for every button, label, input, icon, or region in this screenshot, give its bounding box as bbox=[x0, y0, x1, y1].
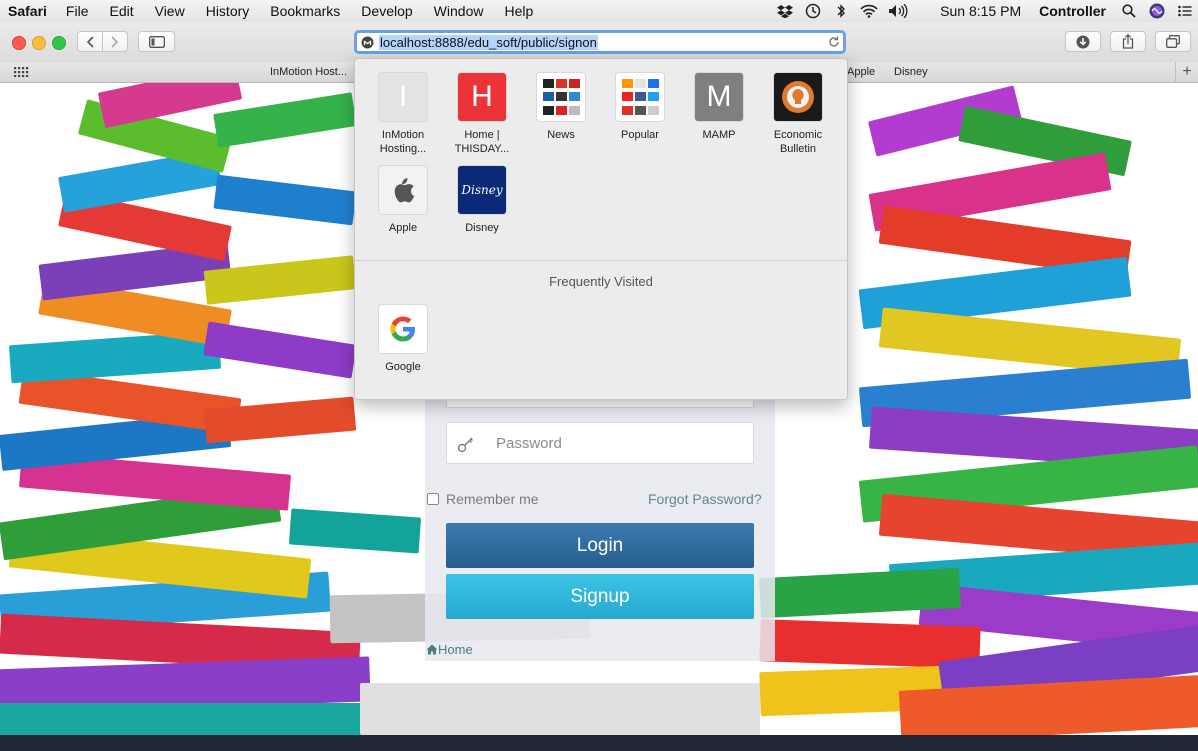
menu-view[interactable]: View bbox=[155, 3, 185, 19]
bookmark-apple[interactable]: Apple bbox=[847, 66, 875, 78]
favorite-label: InMotion Hosting... bbox=[379, 129, 427, 155]
wifi-icon[interactable] bbox=[860, 4, 878, 18]
popover-divider bbox=[355, 260, 847, 261]
reload-icon[interactable] bbox=[828, 36, 840, 48]
frequent-google[interactable]: Google bbox=[364, 305, 442, 374]
browser-toolbar: localhost:8888/edu_soft/public/signon bbox=[0, 22, 1198, 62]
password-placeholder: Password bbox=[496, 435, 562, 452]
signup-button[interactable]: Signup bbox=[446, 574, 754, 619]
letter-tile-icon: M bbox=[695, 73, 743, 121]
favorite-label: Popular bbox=[621, 129, 659, 141]
address-bar[interactable]: localhost:8888/edu_soft/public/signon bbox=[354, 30, 846, 54]
password-field[interactable]: Password bbox=[446, 422, 754, 464]
home-icon bbox=[426, 644, 438, 655]
letter-tile-icon: I bbox=[379, 73, 427, 121]
top-sites-grid-icon[interactable] bbox=[14, 67, 29, 77]
remember-me-label: Remember me bbox=[446, 491, 539, 507]
chevron-right-icon bbox=[111, 35, 119, 48]
menu-app-name[interactable]: Safari bbox=[8, 3, 47, 19]
minimize-window-button[interactable] bbox=[32, 36, 46, 50]
menubar-clock[interactable]: Sun 8:15 PM bbox=[940, 3, 1021, 19]
sidebar-icon bbox=[148, 35, 165, 48]
favorite-label: MAMP bbox=[702, 129, 736, 141]
close-window-button[interactable] bbox=[12, 36, 26, 50]
new-tab-button[interactable]: + bbox=[1175, 62, 1198, 82]
favorites-popover: I InMotion Hosting... H Home | THISDAY..… bbox=[354, 58, 848, 400]
apple-logo-icon bbox=[379, 166, 427, 214]
volume-icon[interactable] bbox=[888, 4, 910, 18]
favorite-label: News bbox=[547, 129, 575, 141]
time-machine-icon[interactable] bbox=[804, 3, 822, 19]
download-icon bbox=[1076, 35, 1090, 48]
background-book bbox=[203, 321, 357, 379]
menu-develop[interactable]: Develop bbox=[361, 3, 412, 19]
background-book bbox=[288, 508, 422, 554]
share-icon bbox=[1122, 34, 1134, 49]
disney-logo-icon: Disney bbox=[458, 166, 506, 214]
url-text[interactable]: localhost:8888/edu_soft/public/signon bbox=[379, 35, 598, 50]
window-bottom-strip bbox=[0, 735, 1198, 751]
chevron-left-icon bbox=[86, 35, 94, 48]
favorite-apple[interactable]: Apple bbox=[364, 166, 442, 235]
frequently-visited-heading: Frequently Visited bbox=[549, 274, 653, 289]
favorite-popular[interactable]: Popular bbox=[601, 73, 679, 142]
favorite-label: Apple bbox=[388, 222, 418, 234]
favorite-label: Google bbox=[385, 361, 421, 373]
popular-grid-icon bbox=[616, 73, 664, 121]
favorite-label: Economic Bulletin bbox=[773, 129, 823, 155]
menu-bar: Safari File Edit View History Bookmarks … bbox=[0, 0, 1198, 23]
menu-edit[interactable]: Edit bbox=[109, 3, 133, 19]
login-button[interactable]: Login bbox=[446, 523, 754, 568]
bookmark-disney[interactable]: Disney bbox=[894, 66, 928, 78]
zoom-window-button[interactable] bbox=[52, 36, 66, 50]
remember-me-checkbox[interactable] bbox=[427, 493, 439, 505]
menubar-user[interactable]: Controller bbox=[1039, 3, 1106, 19]
notification-center-icon[interactable] bbox=[1176, 4, 1194, 18]
bookmark-inmotion[interactable]: InMotion Host... bbox=[270, 66, 347, 78]
menu-window[interactable]: Window bbox=[434, 3, 484, 19]
tab-overview-button[interactable] bbox=[1155, 31, 1191, 52]
letter-tile-icon: H bbox=[458, 73, 506, 121]
menu-bookmarks[interactable]: Bookmarks bbox=[270, 3, 340, 19]
news-grid-icon bbox=[537, 73, 585, 121]
tabs-icon bbox=[1166, 35, 1180, 48]
menu-help[interactable]: Help bbox=[504, 3, 533, 19]
site-favicon-icon bbox=[361, 36, 374, 49]
favorite-economic-bulletin[interactable]: Economic Bulletin bbox=[759, 73, 837, 156]
forgot-password-link[interactable]: Forgot Password? bbox=[648, 491, 762, 507]
favorite-label: Home | THISDAY... bbox=[454, 129, 510, 155]
sidebar-toggle-button[interactable] bbox=[138, 31, 175, 52]
background-book bbox=[0, 703, 400, 735]
favorite-news[interactable]: News bbox=[522, 73, 600, 142]
background-book bbox=[360, 683, 760, 735]
downloads-button[interactable] bbox=[1065, 31, 1101, 52]
siri-icon[interactable] bbox=[1148, 3, 1166, 19]
bluetooth-icon[interactable] bbox=[832, 4, 850, 18]
dropbox-icon[interactable] bbox=[776, 4, 794, 18]
share-button[interactable] bbox=[1110, 31, 1146, 52]
home-link[interactable]: Home bbox=[426, 642, 473, 657]
favorite-thisday[interactable]: H Home | THISDAY... bbox=[443, 73, 521, 156]
favorite-disney[interactable]: Disney Disney bbox=[443, 166, 521, 235]
favorite-inmotion[interactable]: I InMotion Hosting... bbox=[364, 73, 442, 156]
menu-history[interactable]: History bbox=[206, 3, 250, 19]
lightbulb-logo-icon bbox=[774, 73, 822, 121]
home-link-label: Home bbox=[438, 642, 473, 657]
key-icon bbox=[457, 437, 473, 453]
spotlight-icon[interactable] bbox=[1120, 4, 1138, 18]
back-button[interactable] bbox=[77, 31, 103, 52]
background-book bbox=[213, 174, 357, 226]
favorite-label: Disney bbox=[465, 222, 499, 234]
menu-file[interactable]: File bbox=[66, 3, 89, 19]
favorite-mamp[interactable]: M MAMP bbox=[680, 73, 758, 142]
google-logo-icon bbox=[379, 305, 427, 353]
forward-button[interactable] bbox=[102, 31, 128, 52]
